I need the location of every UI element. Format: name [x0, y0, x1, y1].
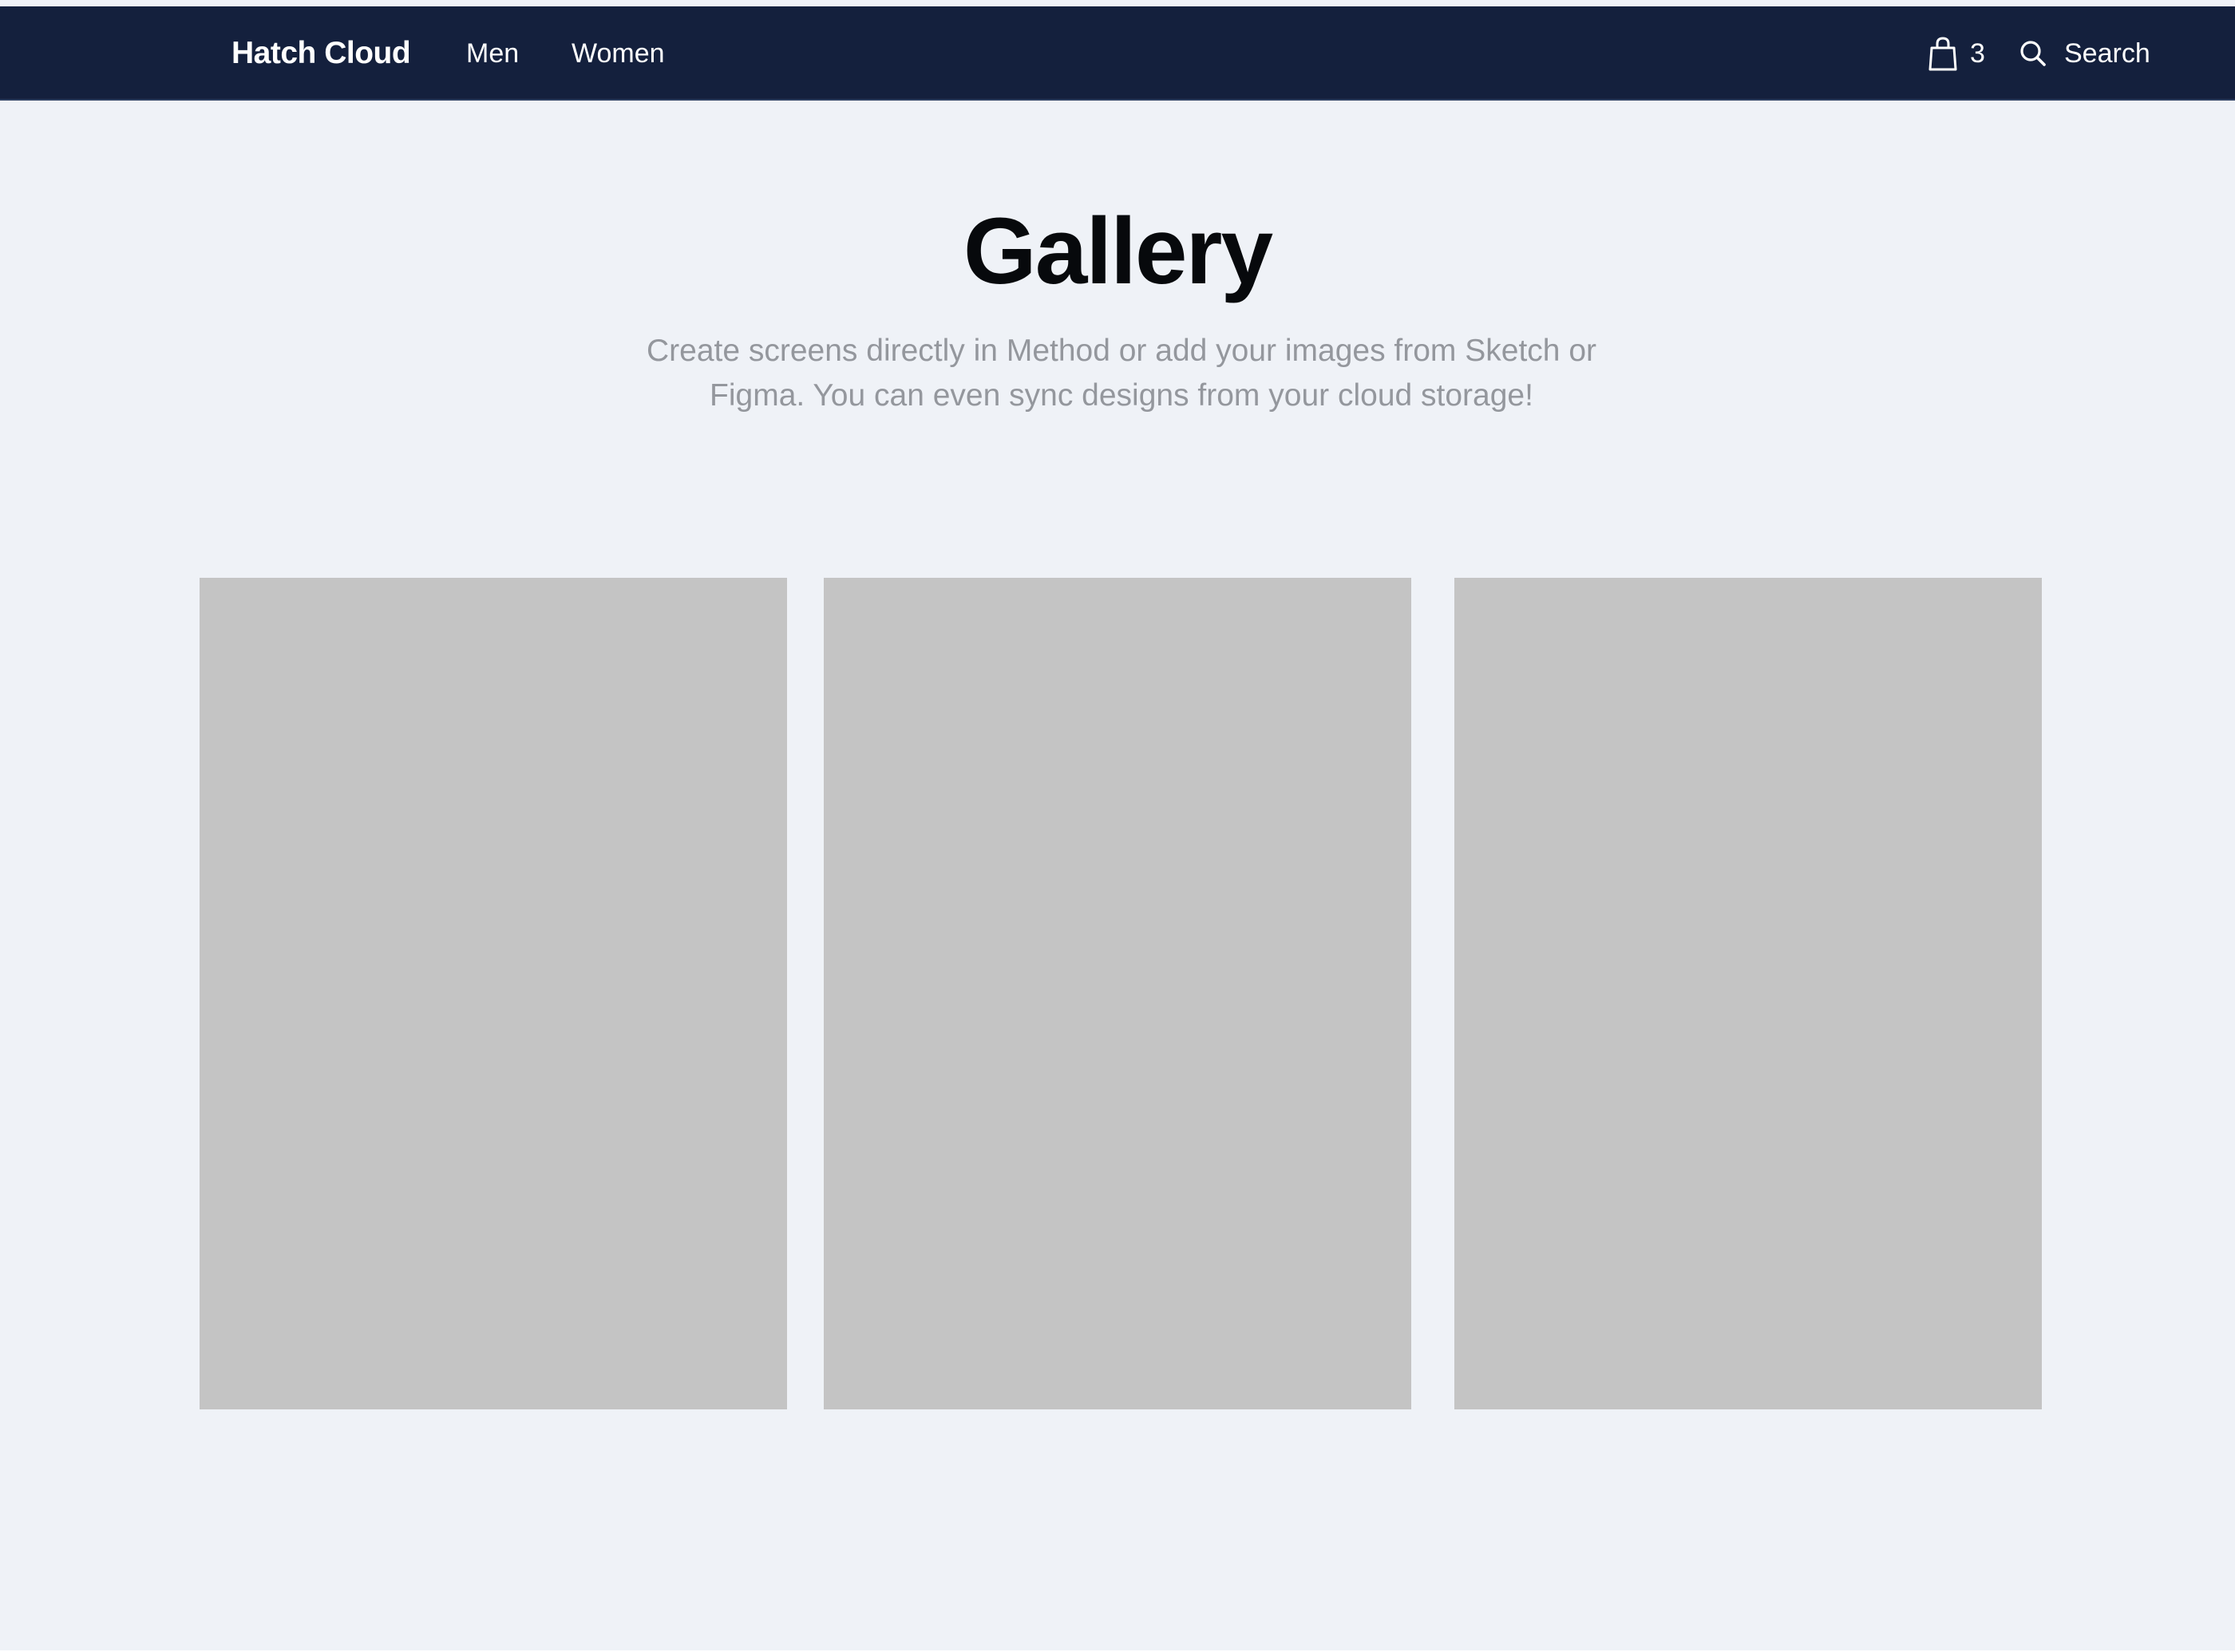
top-navbar: Hatch Cloud Men Women 3 Search — [0, 6, 2235, 101]
page: Hatch Cloud Men Women 3 Search Gallery C… — [0, 0, 2235, 1652]
gallery-image-placeholder-1[interactable] — [200, 578, 787, 1409]
brand-logo-link[interactable]: Hatch Cloud — [231, 6, 411, 101]
shopping-bag-icon — [1928, 36, 1957, 71]
search-icon — [2019, 40, 2047, 67]
search-button[interactable]: Search — [2019, 6, 2150, 101]
page-subtitle: Create screens directly in Method or add… — [646, 334, 1596, 413]
nav-link-women[interactable]: Women — [572, 6, 665, 101]
cart-button[interactable]: 3 — [1928, 6, 1985, 101]
search-label: Search — [2064, 38, 2150, 69]
gallery-image-placeholder-2[interactable] — [824, 578, 1411, 1409]
nav-link-men[interactable]: Men — [466, 6, 519, 101]
gallery-image-placeholder-3[interactable] — [1454, 578, 2042, 1409]
cart-count: 3 — [1970, 38, 1985, 69]
page-title: Gallery — [963, 199, 1273, 304]
